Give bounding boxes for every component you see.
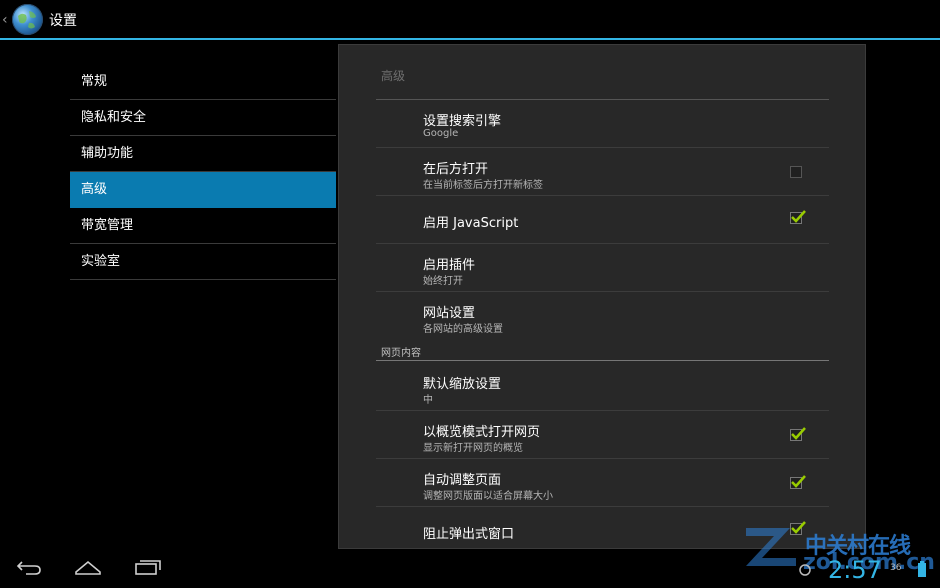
overview-mode-checkbox[interactable] bbox=[790, 427, 806, 441]
pref-title: 以概览模式打开网页 bbox=[423, 425, 541, 440]
sidebar-item-accessibility[interactable]: 辅助功能 bbox=[70, 136, 336, 172]
pref-summary: 中 bbox=[423, 395, 433, 406]
preferences-panel: 高级 设置搜索引擎 Google 在后方打开 在当前标签后方打开新标签 启用 J… bbox=[338, 44, 866, 549]
pref-title: 设置搜索引擎 bbox=[423, 114, 502, 129]
pref-summary: 始终打开 bbox=[423, 276, 463, 287]
pref-title: 阻止弹出式窗口 bbox=[423, 527, 515, 542]
pref-summary: 显示新打开网页的概览 bbox=[423, 443, 523, 454]
pref-summary: 调整网页版面以适合屏幕大小 bbox=[423, 491, 553, 502]
pref-title: 启用插件 bbox=[423, 258, 476, 273]
auto-fit-checkbox[interactable] bbox=[790, 475, 806, 489]
pref-open-in-background[interactable]: 在后方打开 在当前标签后方打开新标签 bbox=[376, 148, 829, 196]
browser-globe-icon[interactable] bbox=[12, 4, 43, 35]
sidebar-item-privacy-security[interactable]: 隐私和安全 bbox=[70, 100, 336, 136]
sidebar-item-bandwidth[interactable]: 带宽管理 bbox=[70, 208, 336, 244]
pref-summary: 各网站的高级设置 bbox=[423, 324, 503, 335]
open-in-background-checkbox[interactable] bbox=[790, 166, 802, 178]
pref-title: 网站设置 bbox=[423, 306, 476, 321]
home-icon[interactable] bbox=[74, 558, 102, 580]
pref-title: 启用 JavaScript bbox=[423, 216, 519, 231]
pref-summary: Google bbox=[423, 128, 459, 139]
category-label: 网页内容 bbox=[381, 348, 421, 359]
pref-enable-plugins[interactable]: 启用插件 始终打开 bbox=[376, 244, 829, 292]
action-bar: ‹ 设置 bbox=[0, 0, 940, 40]
pref-site-settings[interactable]: 网站设置 各网站的高级设置 bbox=[376, 292, 829, 340]
pref-title: 在后方打开 bbox=[423, 162, 489, 177]
pref-summary: 在当前标签后方打开新标签 bbox=[423, 180, 543, 191]
pref-enable-javascript[interactable]: 启用 JavaScript bbox=[376, 196, 829, 244]
pref-title: 默认缩放设置 bbox=[423, 377, 502, 392]
zol-logo-watermark bbox=[742, 522, 802, 568]
pref-default-zoom[interactable]: 默认缩放设置 中 bbox=[376, 363, 829, 411]
pref-overview-mode[interactable]: 以概览模式打开网页 显示新打开网页的概览 bbox=[376, 411, 829, 459]
recent-apps-icon[interactable] bbox=[134, 558, 162, 580]
javascript-checkbox[interactable] bbox=[790, 210, 806, 224]
settings-categories-list: 常规 隐私和安全 辅助功能 高级 带宽管理 实验室 bbox=[70, 64, 336, 280]
pref-title: 自动调整页面 bbox=[423, 473, 502, 488]
back-icon[interactable] bbox=[16, 558, 42, 580]
panel-title: 高级 bbox=[381, 69, 406, 83]
sidebar-item-labs[interactable]: 实验室 bbox=[70, 244, 336, 280]
app-title: 设置 bbox=[49, 13, 77, 29]
pref-search-engine[interactable]: 设置搜索引擎 Google bbox=[376, 100, 829, 148]
status-indicator: 36 bbox=[890, 563, 902, 573]
sidebar-item-advanced[interactable]: 高级 bbox=[70, 172, 336, 208]
sidebar-item-general[interactable]: 常规 bbox=[70, 64, 336, 100]
up-caret-icon[interactable]: ‹ bbox=[2, 10, 12, 30]
sync-icon bbox=[798, 562, 812, 581]
status-clock[interactable]: 2:57 bbox=[828, 556, 882, 584]
pref-auto-fit[interactable]: 自动调整页面 调整网页版面以适合屏幕大小 bbox=[376, 459, 829, 507]
category-page-content: 网页内容 bbox=[376, 344, 829, 361]
battery-icon bbox=[916, 561, 928, 583]
